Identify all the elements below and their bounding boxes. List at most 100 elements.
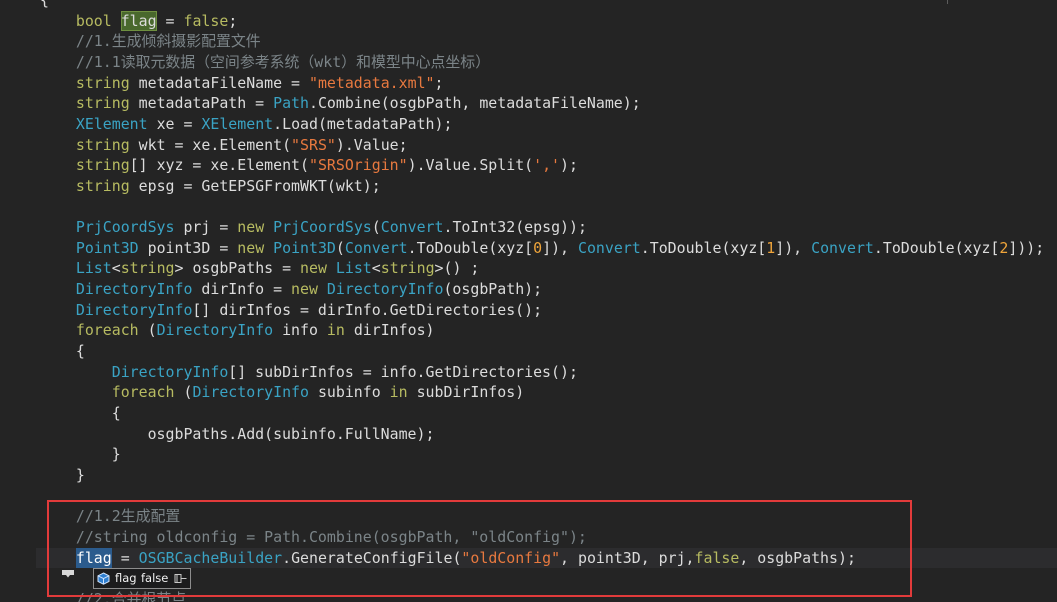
code-token: Point3D	[75, 238, 139, 257]
code-line[interactable]: string metadataFileName = "metadata.xml"…	[40, 73, 1057, 94]
code-token: Convert	[344, 238, 408, 257]
code-token: ).Value.Split(	[407, 156, 534, 175]
code-token: (	[138, 321, 157, 340]
code-token: new	[291, 280, 318, 299]
code-line[interactable]: //string oldconfig = Path.Combine(osgbPa…	[40, 527, 1057, 548]
code-line[interactable]: string epsg = GetEPSGFromWKT(wkt);	[40, 176, 1057, 197]
navigation-bar-edge	[947, 0, 948, 4]
code-token: }	[40, 465, 85, 484]
code-token: Convert	[380, 218, 444, 237]
code-token: //2.合并根节点	[75, 589, 187, 602]
code-token: string	[75, 135, 130, 154]
code-editor-window: { bool flag = false; //1.生成倾斜摄影配置文件 //1.…	[0, 0, 1057, 602]
code-token: .ToInt32(epsg));	[443, 218, 587, 237]
code-token: ]),	[775, 238, 812, 257]
pin-icon[interactable]	[174, 573, 187, 584]
code-line[interactable]: }	[40, 465, 1057, 486]
code-line[interactable]: //2.合并根节点	[40, 589, 1057, 602]
code-token: Point3D	[273, 238, 336, 257]
code-line[interactable]: {	[40, 403, 1057, 424]
code-line[interactable]: List<string> osgbPaths = new List<string…	[40, 258, 1057, 279]
code-token: .ToDouble(xyz[	[640, 238, 767, 257]
code-token: "oldConfig"	[461, 548, 561, 567]
code-line[interactable]: string wkt = xe.Element("SRS").Value;	[40, 135, 1057, 156]
code-line[interactable]: osgbPaths.Add(subinfo.FullName);	[40, 424, 1057, 445]
code-token: , osgbPaths);	[739, 548, 856, 567]
code-line[interactable]: {	[40, 341, 1057, 362]
code-line[interactable]: Point3D point3D = new Point3D(Convert.To…	[40, 238, 1057, 259]
code-token: Convert	[578, 238, 641, 257]
code-token: .ToDouble(xyz[	[873, 238, 1000, 257]
code-token: Path	[273, 94, 309, 113]
code-token: =	[111, 548, 139, 567]
code-token: false	[694, 548, 740, 567]
code-editor[interactable]: { bool flag = false; //1.生成倾斜摄影配置文件 //1.…	[0, 0, 1057, 602]
field-icon	[97, 572, 110, 585]
code-token: XElement	[75, 114, 148, 133]
datatip-variable-value[interactable]: false	[141, 569, 168, 588]
code-token: ','	[533, 156, 561, 175]
code-token: foreach	[111, 383, 175, 402]
code-token: XElement	[201, 114, 274, 133]
code-token: ;	[228, 11, 238, 30]
code-token: //1.生成倾斜摄影配置文件	[75, 32, 261, 51]
code-token: //1.2生成配置	[75, 507, 181, 526]
code-line[interactable]: string[] xyz = xe.Element("SRSOrigin").V…	[40, 155, 1057, 176]
code-token: foreach	[75, 321, 139, 340]
code-token: subDirInfos)	[407, 383, 525, 402]
code-token: {	[40, 342, 85, 361]
code-line[interactable]: DirectoryInfo dirInfo = new DirectoryInf…	[40, 279, 1057, 300]
code-line[interactable]: bool flag = false;	[40, 10, 1057, 32]
code-token: string	[120, 259, 175, 278]
code-token: DirectoryInfo	[75, 300, 193, 319]
code-line[interactable]: {	[40, 0, 1057, 11]
code-line[interactable]: //1.1读取元数据（空间参考系统（wkt）和模型中心点坐标）	[40, 52, 1057, 73]
code-token: ;	[434, 73, 444, 92]
code-token: List	[75, 259, 112, 278]
code-line[interactable]: //1.2生成配置	[40, 506, 1057, 527]
code-token: new	[237, 238, 265, 257]
code-token: point3D =	[138, 238, 238, 257]
code-line[interactable]	[40, 197, 1057, 218]
code-line[interactable]	[40, 568, 1057, 589]
code-line[interactable]: foreach (DirectoryInfo subinfo in subDir…	[40, 382, 1057, 403]
code-token: (osgbPath);	[443, 280, 543, 299]
code-line[interactable]	[40, 486, 1057, 507]
code-line[interactable]: DirectoryInfo[] dirInfos = dirInfo.GetDi…	[40, 300, 1057, 321]
code-token: DirectoryInfo	[326, 280, 444, 299]
code-token: .GenerateConfigFile(	[282, 548, 462, 567]
code-token: =	[156, 11, 184, 30]
code-line[interactable]: //1.生成倾斜摄影配置文件	[40, 31, 1057, 52]
code-line[interactable]: DirectoryInfo[] subDirInfos = info.GetDi…	[40, 362, 1057, 383]
code-line[interactable]: PrjCoordSys prj = new PrjCoordSys(Conver…	[40, 217, 1057, 238]
datatip[interactable]: flag false	[93, 568, 191, 589]
code-line[interactable]: foreach (DirectoryInfo info in dirInfos)	[40, 320, 1057, 341]
code-token: [] dirInfos = dirInfo.GetDirectories();	[192, 300, 543, 319]
datatip-variable-name: flag	[115, 571, 137, 585]
code-line[interactable]: }	[40, 444, 1057, 465]
code-line[interactable]: XElement xe = XElement.Load(metadataPath…	[40, 114, 1057, 135]
code-token: "metadata.xml"	[308, 73, 435, 92]
code-line[interactable]: string metadataPath = Path.Combine(osgbP…	[40, 93, 1057, 114]
code-token: in	[326, 321, 345, 340]
code-token: in	[389, 383, 408, 402]
code-token: dirInfos)	[344, 321, 435, 340]
code-token: //1.1读取元数据（空间参考系统（wkt）和模型中心点坐标）	[75, 52, 491, 71]
datatip-margin-icon[interactable]	[61, 569, 75, 578]
code-token: }	[40, 445, 121, 464]
code-token: info	[273, 321, 327, 340]
code-token: [] xyz = xe.Element(	[129, 156, 309, 175]
current-code-line[interactable]: flag = OSGBCacheBuilder.GenerateConfigFi…	[36, 547, 1057, 569]
code-token: xe =	[147, 114, 202, 133]
